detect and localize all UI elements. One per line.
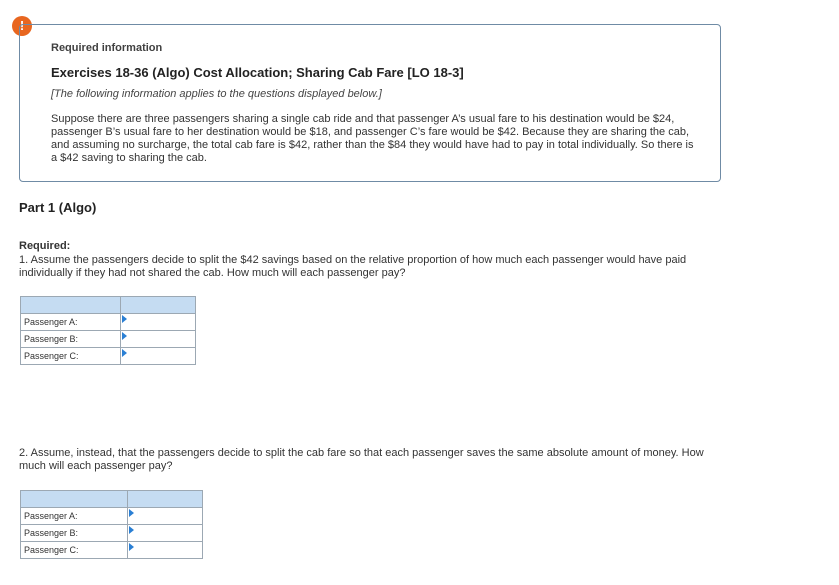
- passenger-a-cell[interactable]: [120, 313, 196, 331]
- passenger-b-input[interactable]: [121, 331, 195, 347]
- table-header-cell: [127, 490, 203, 508]
- table-row: Passenger B:: [20, 330, 196, 348]
- passenger-a-label: Passenger A:: [20, 313, 121, 331]
- table-header-cell: [20, 490, 128, 508]
- cell-marker-icon: [122, 315, 127, 323]
- cell-marker-icon: [122, 349, 127, 357]
- passenger-c-label: Passenger C:: [20, 541, 128, 559]
- passenger-c-input[interactable]: [121, 348, 195, 364]
- passenger-a-input[interactable]: [121, 314, 195, 330]
- table-row: Passenger A:: [20, 313, 196, 331]
- passenger-c-cell[interactable]: [127, 541, 203, 559]
- required-label: Required:: [19, 240, 71, 252]
- passenger-c-input[interactable]: [128, 542, 202, 558]
- question-1: 1. Assume the passengers decide to split…: [19, 254, 687, 279]
- exercise-title: Exercises 18-36 (Algo) Cost Allocation; …: [51, 65, 464, 80]
- cell-marker-icon: [129, 543, 134, 551]
- passenger-b-cell[interactable]: [120, 330, 196, 348]
- applies-note: [The following information applies to th…: [51, 88, 382, 100]
- answer-table-2: Passenger A: Passenger B: Passenger C:: [20, 490, 203, 559]
- cell-marker-icon: [122, 332, 127, 340]
- cell-marker-icon: [129, 509, 134, 517]
- scenario-text: Suppose there are three passengers shari…: [51, 113, 694, 164]
- passenger-c-label: Passenger C:: [20, 347, 121, 365]
- passenger-b-label: Passenger B:: [20, 524, 128, 542]
- passenger-b-label: Passenger B:: [20, 330, 121, 348]
- table-header-row: [20, 296, 196, 314]
- passenger-b-input[interactable]: [128, 525, 202, 541]
- table-row: Passenger C:: [20, 347, 196, 365]
- required-information-heading: Required information: [51, 42, 163, 54]
- passenger-b-cell[interactable]: [127, 524, 203, 542]
- table-row: Passenger A:: [20, 507, 203, 525]
- table-header-cell: [120, 296, 196, 314]
- cell-marker-icon: [129, 526, 134, 534]
- table-row: Passenger C:: [20, 541, 203, 559]
- passenger-a-cell[interactable]: [127, 507, 203, 525]
- table-header-cell: [20, 296, 121, 314]
- passenger-a-label: Passenger A:: [20, 507, 128, 525]
- answer-table-1: Passenger A: Passenger B: Passenger C:: [20, 296, 196, 365]
- table-header-row: [20, 490, 203, 508]
- table-row: Passenger B:: [20, 524, 203, 542]
- part-title: Part 1 (Algo): [19, 200, 97, 215]
- required-information-panel: Required information Exercises 18-36 (Al…: [19, 24, 721, 182]
- passenger-a-input[interactable]: [128, 508, 202, 524]
- question-2: 2. Assume, instead, that the passengers …: [19, 447, 704, 472]
- passenger-c-cell[interactable]: [120, 347, 196, 365]
